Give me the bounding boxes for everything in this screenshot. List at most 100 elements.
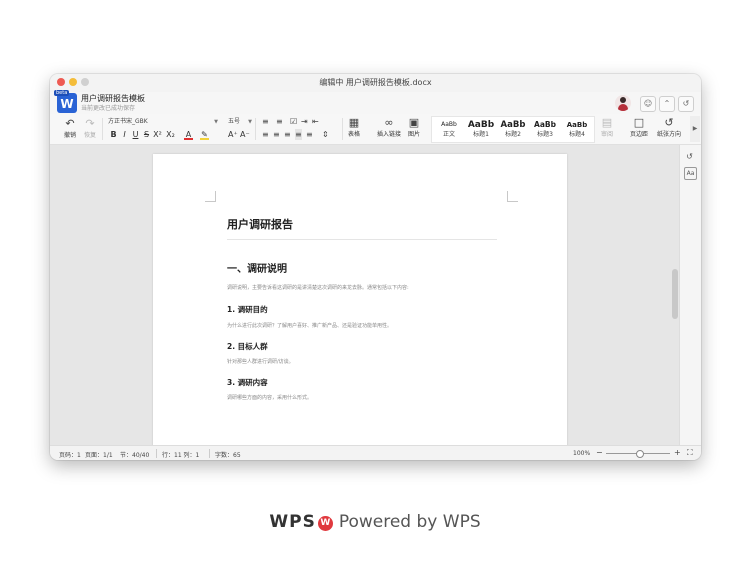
decrease-font-icon[interactable]: A⁻ — [240, 129, 250, 140]
style-label: 标题3 — [537, 131, 553, 138]
image-icon: ▣ — [408, 116, 420, 129]
subsection-body[interactable]: 调研哪些方面的内容，采用什么形式。 — [227, 394, 312, 401]
toolbar-divider — [102, 118, 103, 140]
justify-icon[interactable]: ≡ — [295, 129, 302, 140]
style-label: 标题1 — [473, 131, 489, 138]
style-preview: AaBb — [534, 120, 556, 129]
document-header: W beta 用户调研报告模板 当前更改已成功保存 ☺ ⌃ ↺ — [50, 90, 701, 114]
style-heading-1[interactable]: AaBb 标题1 — [466, 119, 496, 139]
line-spacing-icon[interactable]: ⇕ — [322, 129, 329, 140]
bold-icon[interactable]: B — [109, 129, 118, 140]
redo-icon: ↷ — [85, 117, 95, 130]
align-left-icon[interactable]: ≡ — [262, 129, 269, 140]
table-icon: ▦ — [348, 116, 360, 129]
distribute-icon[interactable]: ≡ — [306, 129, 313, 140]
user-avatar[interactable] — [615, 95, 631, 111]
style-heading-3[interactable]: AaBb 标题3 — [530, 119, 560, 139]
insert-link-button[interactable]: ∞ 插入链接 — [377, 117, 402, 139]
review-button[interactable]: ▤ 审阅 — [601, 116, 614, 139]
wps-writer-logo-icon: W beta — [54, 90, 77, 113]
row-col-indicator: 行：11 列：1 — [162, 452, 200, 459]
style-label: 标题4 — [569, 131, 585, 138]
style-label: 标题2 — [505, 131, 521, 138]
text-style-icon[interactable]: Aa — [684, 167, 697, 180]
checklist-icon[interactable]: ☑ — [290, 116, 297, 127]
section-heading[interactable]: 一、调研说明 — [227, 260, 287, 275]
subsection-heading[interactable]: 2. 目标人群 — [227, 341, 268, 352]
status-divider — [209, 449, 210, 458]
paper-orientation-icon: ↺ — [664, 116, 674, 129]
share-user-icon[interactable]: ☺ — [640, 96, 656, 112]
subsection-body[interactable]: 针对那些人群进行调研/访谈。 — [227, 358, 294, 365]
superscript-icon[interactable]: X² — [153, 129, 162, 140]
status-bar: 页码：1 页面：1/1 节：40/40 行：11 列：1 字数：65 100% … — [50, 445, 701, 460]
title-bar: 编辑中 用户调研报告模板.docx — [50, 74, 701, 92]
page-count: 页面：1/1 — [85, 452, 113, 459]
toolbar-scroll-right-icon[interactable]: ▶ — [690, 116, 700, 142]
wps-logo-icon: W — [317, 516, 333, 531]
undo-button[interactable]: ↶ 撤销 — [64, 117, 77, 140]
toolbar-divider — [342, 118, 343, 140]
style-preview: AaBb — [467, 120, 495, 130]
undo-icon: ↶ — [65, 117, 75, 130]
fullscreen-icon[interactable]: ⛶ — [687, 448, 693, 458]
align-center-icon[interactable]: ≡ — [273, 129, 280, 140]
zoom-slider-handle[interactable] — [636, 450, 644, 458]
indent-icon[interactable]: ⇥ — [301, 116, 308, 127]
subsection-heading[interactable]: 3. 调研内容 — [227, 377, 268, 388]
section-body[interactable]: 调研说明，主要告诉看这调研的是讲清楚这次调研的来龙去脉。通常包括以下内容: — [227, 284, 409, 291]
history-icon[interactable]: ↺ — [684, 151, 695, 162]
zoom-level[interactable]: 100% — [573, 450, 590, 457]
numbered-list-icon[interactable]: ≡ — [276, 116, 283, 127]
status-divider — [156, 449, 157, 458]
vertical-scrollbar[interactable] — [672, 269, 678, 319]
title-divider — [227, 239, 497, 240]
collapse-icon[interactable]: ⌃ — [659, 96, 675, 112]
history-icon[interactable]: ↺ — [678, 96, 694, 112]
style-heading-2[interactable]: AaBb 标题2 — [498, 119, 528, 139]
underline-icon[interactable]: U — [131, 129, 140, 140]
style-normal[interactable]: AaBb 正文 — [436, 119, 462, 139]
powered-by-footer: WPS W Powered by WPS — [0, 512, 750, 532]
document-canvas[interactable]: 用户调研报告 一、调研说明 调研说明，主要告诉看这调研的是讲清楚这次调研的来龙去… — [50, 145, 701, 454]
align-right-icon[interactable]: ≡ — [284, 129, 291, 140]
style-label: 正文 — [442, 131, 455, 138]
strikethrough-icon[interactable]: S — [142, 129, 151, 140]
paper-orientation-label: 纸张方向 — [657, 131, 682, 138]
subsection-body[interactable]: 为什么进行此次调研？了解用户喜好、推广新产品、还是验证功能单用性。 — [227, 322, 392, 329]
zoom-in-icon[interactable]: + — [674, 448, 681, 457]
bullet-list-icon[interactable]: ≡ — [262, 116, 269, 127]
document-page[interactable]: 用户调研报告 一、调研说明 调研说明，主要告诉看这调研的是讲清楚这次调研的来龙去… — [153, 154, 567, 454]
style-preview: AaBb — [566, 121, 588, 129]
undo-label: 撤销 — [64, 132, 77, 139]
font-family-select[interactable]: 方正书宋_GBK ▼ — [108, 117, 220, 127]
logo-letter: W — [60, 97, 74, 111]
review-icon: ▤ — [601, 116, 613, 129]
style-preview: AaBb — [500, 120, 526, 130]
powered-by-text: Powered by WPS — [338, 512, 481, 532]
highlight-icon[interactable]: ✎ — [200, 129, 209, 140]
font-size-select[interactable]: 五号 ▼ — [228, 117, 254, 127]
increase-font-icon[interactable]: A⁺ — [228, 129, 238, 140]
insert-link-label: 插入链接 — [377, 131, 402, 138]
italic-icon[interactable]: I — [120, 129, 129, 140]
review-label: 审阅 — [601, 131, 614, 138]
beta-badge: beta — [54, 90, 70, 96]
ribbon-toolbar: ↶ 撤销 ↷ 恢复 方正书宋_GBK ▼ 五号 ▼ B I U S X² X₂ … — [50, 114, 701, 145]
style-heading-4[interactable]: AaBb 标题4 — [562, 119, 592, 139]
style-gallery: AaBb 正文 AaBb 标题1 AaBb 标题2 AaBb 标题3 AaBb … — [431, 116, 595, 143]
subscript-icon[interactable]: X₂ — [166, 129, 175, 140]
font-family-value: 方正书宋_GBK — [108, 118, 148, 125]
chevron-down-icon: ▼ — [248, 119, 252, 125]
page-margin-button[interactable]: □ 页边距 — [630, 117, 648, 139]
table-button[interactable]: ▦ 表格 — [348, 116, 360, 139]
zoom-out-icon[interactable]: − — [596, 448, 603, 457]
image-button[interactable]: ▣ 图片 — [408, 116, 420, 139]
section-count: 节：40/40 — [120, 452, 150, 459]
outdent-icon[interactable]: ⇤ — [312, 116, 319, 127]
redo-button[interactable]: ↷ 恢复 — [84, 117, 96, 140]
font-color-icon[interactable]: A — [184, 129, 193, 140]
document-title[interactable]: 用户调研报告 — [227, 216, 293, 232]
paper-orientation-button[interactable]: ↺ 纸张方向 — [657, 116, 682, 139]
subsection-heading[interactable]: 1. 调研目的 — [227, 304, 268, 315]
